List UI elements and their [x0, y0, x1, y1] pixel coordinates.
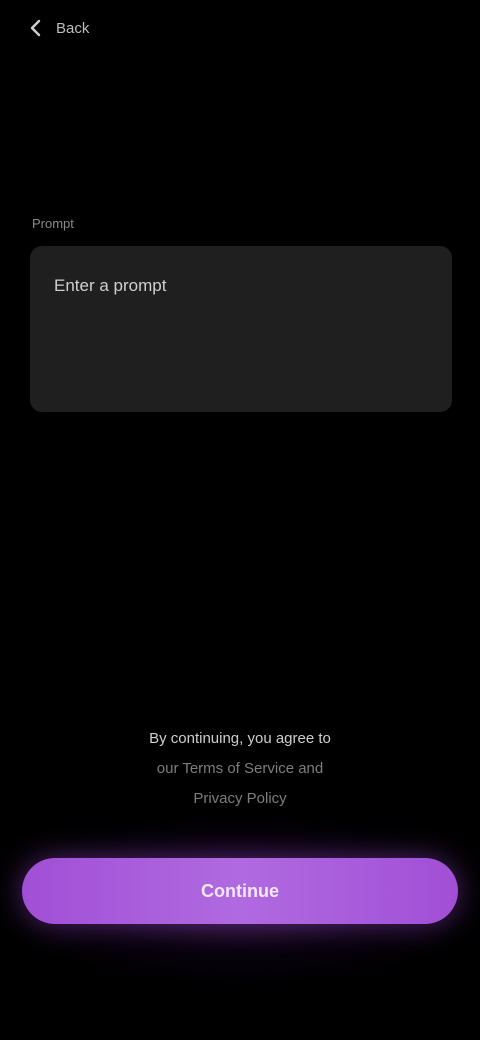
prompt-field-label: Prompt — [32, 216, 74, 231]
back-label: Back — [56, 19, 90, 37]
chevron-left-icon — [24, 16, 48, 40]
back-button[interactable]: Back — [24, 8, 89, 48]
terms-line-3[interactable]: Privacy Policy — [60, 784, 420, 814]
terms-notice: By continuing, you agree to our Terms of… — [60, 724, 420, 814]
continue-button[interactable]: Continue — [22, 858, 458, 924]
prompt-input[interactable] — [54, 274, 428, 384]
terms-line-1: By continuing, you agree to — [149, 730, 331, 747]
prompt-field-container[interactable] — [30, 246, 452, 412]
terms-line-2[interactable]: our Terms of Service and — [60, 754, 420, 784]
